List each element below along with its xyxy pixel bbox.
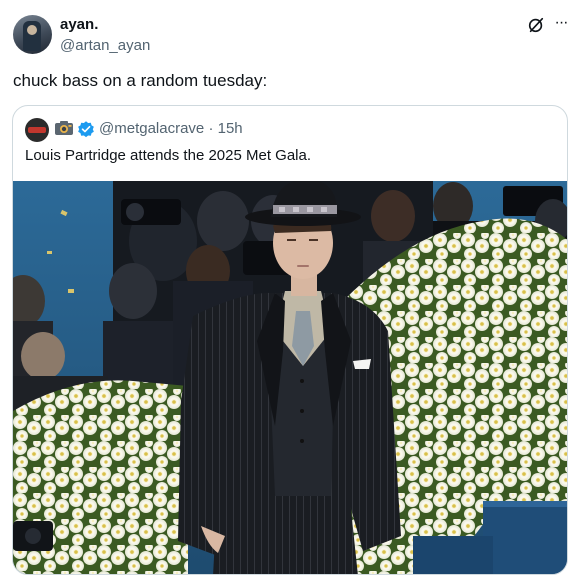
time-separator: · bbox=[208, 120, 214, 137]
author-handle[interactable]: @artan_ayan bbox=[60, 36, 150, 56]
quoted-timestamp[interactable]: 15h bbox=[218, 120, 243, 137]
quoted-author-avatar[interactable] bbox=[25, 118, 49, 142]
author-avatar[interactable] bbox=[13, 15, 52, 54]
quoted-author-meta[interactable]: @metgalacrave · 15h bbox=[99, 119, 243, 139]
more-icon[interactable]: ··· bbox=[551, 13, 571, 33]
grok-icon[interactable] bbox=[527, 16, 545, 34]
photo-illustration bbox=[13, 181, 567, 574]
verified-badge-icon bbox=[78, 121, 94, 138]
quoted-media-photo[interactable] bbox=[13, 181, 567, 574]
quoted-author-handle[interactable]: @metgalacrave bbox=[99, 120, 204, 137]
tweet-text: chuck bass on a random tuesday: bbox=[13, 71, 268, 90]
author-display-name[interactable]: ayan. bbox=[60, 15, 98, 35]
quoted-tweet-text: Louis Partridge attends the 2025 Met Gal… bbox=[25, 147, 312, 164]
camera-icon bbox=[55, 121, 73, 135]
avatar-face bbox=[27, 25, 37, 35]
tweet[interactable]: ayan. @artan_ayan ··· chuck bass on a ra… bbox=[0, 0, 580, 575]
quoted-tweet[interactable]: @metgalacrave · 15h Louis Partridge atte… bbox=[12, 105, 568, 575]
avatar-logo bbox=[28, 127, 46, 133]
